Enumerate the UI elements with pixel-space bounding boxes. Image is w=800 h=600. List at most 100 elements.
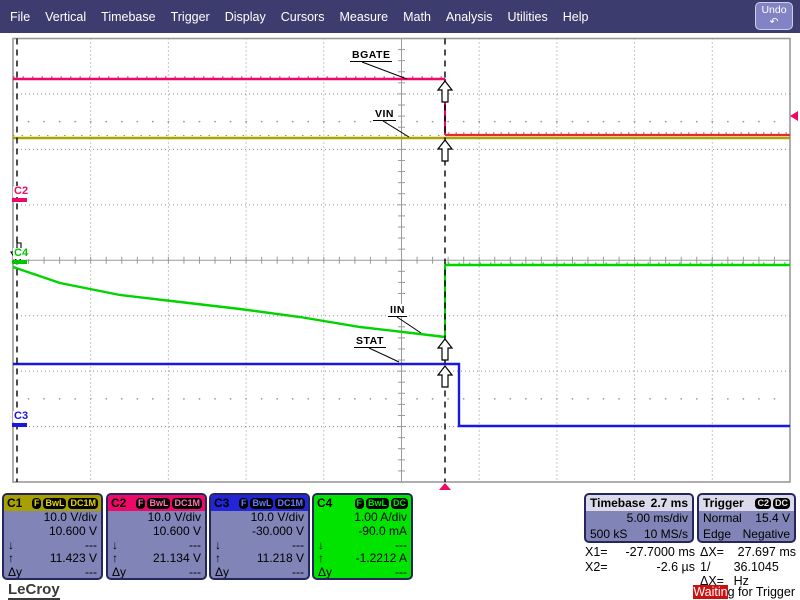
menu-item-analysis[interactable]: Analysis bbox=[446, 10, 493, 24]
channel-box-c3[interactable]: C3 F BwL DC1M 10.0 V/div -30.000 V ↓--- … bbox=[209, 493, 310, 580]
cursor-marker-arrow[interactable] bbox=[438, 339, 452, 360]
timebase-scale: 5.00 ms/div bbox=[627, 511, 688, 527]
channel-marker-label-c4: C4 bbox=[13, 248, 29, 259]
grid-dot-row bbox=[307, 121, 309, 123]
grid-dot-row bbox=[649, 398, 651, 400]
grid-dot-row bbox=[696, 398, 698, 400]
grid-dot-row bbox=[463, 398, 465, 400]
waveform-display bbox=[0, 0, 800, 493]
trace-iin-decay bbox=[13, 267, 445, 337]
bandwidth-badge: BwL bbox=[147, 498, 170, 509]
delta-y-value: --- bbox=[292, 566, 304, 580]
callout-pointer-line bbox=[369, 348, 399, 362]
delta-y-label: Δy bbox=[215, 566, 229, 580]
timebase-title: Timebase bbox=[590, 496, 645, 510]
menu-item-vertical[interactable]: Vertical bbox=[45, 10, 86, 24]
undo-button[interactable]: Undo ↶ bbox=[755, 2, 793, 30]
x2-value: -2.6 µs bbox=[657, 560, 695, 574]
trigger-header: Trigger C2 DC bbox=[699, 495, 794, 511]
channel-zero-tick[interactable] bbox=[12, 198, 27, 202]
undo-icon: ↶ bbox=[756, 16, 792, 28]
delta-y-label: Δy bbox=[112, 566, 126, 580]
grid-dot-row bbox=[447, 398, 449, 400]
channel-box-c1[interactable]: C1 F BwL DC1M 10.0 V/div 10.600 V ↓--- ↑… bbox=[2, 493, 103, 580]
trigger-box[interactable]: Trigger C2 DC Normal 15.4 V Edge Negativ… bbox=[697, 493, 796, 543]
channel-id: C2 bbox=[111, 496, 126, 510]
menu-item-help[interactable]: Help bbox=[563, 10, 589, 24]
grid-dot-row bbox=[634, 398, 636, 400]
grid-dot-row bbox=[758, 398, 760, 400]
status-highlight: Waitin bbox=[693, 585, 727, 599]
channel-zero-tick[interactable] bbox=[12, 260, 27, 264]
cursor-high-value: -1.2212 A bbox=[356, 552, 407, 566]
grid-dot-row bbox=[587, 121, 589, 123]
channel-zero-tick[interactable] bbox=[12, 423, 27, 427]
callout-pointer-line bbox=[362, 62, 407, 79]
undo-button-label: Undo bbox=[756, 4, 792, 16]
grid-dot-row bbox=[478, 398, 480, 400]
grid-dot-row bbox=[136, 121, 138, 123]
trigger-position-marker[interactable] bbox=[439, 483, 451, 490]
bandwidth-badge: BwL bbox=[366, 498, 389, 509]
grid-dot-row bbox=[572, 398, 574, 400]
menu-item-measure[interactable]: Measure bbox=[339, 10, 388, 24]
grid-dot-row bbox=[509, 121, 511, 123]
cursor-low-value: --- bbox=[189, 539, 201, 553]
trigger-level-arrow[interactable] bbox=[790, 111, 798, 121]
grid-dot-row bbox=[292, 398, 294, 400]
channel-box-c2[interactable]: C2 F BwL DC1M 10.0 V/div 10.600 V ↓--- ↑… bbox=[106, 493, 207, 580]
grid-dot-row bbox=[711, 398, 713, 400]
menu-item-display[interactable]: Display bbox=[225, 10, 266, 24]
down-arrow-icon: ↓ bbox=[8, 539, 14, 553]
up-arrow-icon: ↑ bbox=[215, 552, 221, 566]
grid-dot-row bbox=[680, 121, 682, 123]
grid-dot-row bbox=[90, 398, 92, 400]
invdx-label: 1/ΔX= bbox=[700, 560, 734, 588]
cursor-marker-arrow[interactable] bbox=[438, 366, 452, 387]
channel-offset: -90.0 mA bbox=[358, 525, 407, 539]
x1-value: -27.7000 ms bbox=[626, 545, 695, 559]
grid-dot-row bbox=[665, 398, 667, 400]
grid-dot-row bbox=[774, 121, 776, 123]
channel-offset: -30.000 V bbox=[252, 525, 304, 539]
grid-dot-row bbox=[774, 398, 776, 400]
input-badge: DC bbox=[391, 498, 408, 509]
grid-dot-row bbox=[509, 398, 511, 400]
grid-dot-row bbox=[199, 398, 201, 400]
grid-dot-row bbox=[74, 398, 76, 400]
grid-dot-row bbox=[230, 121, 232, 123]
grid-dot-row bbox=[432, 398, 434, 400]
trace-label-vin: VIN bbox=[373, 108, 396, 121]
cursor-high-value: 11.218 V bbox=[257, 552, 304, 566]
menu-item-cursors[interactable]: Cursors bbox=[281, 10, 325, 24]
grid-dot-row bbox=[758, 121, 760, 123]
menu-item-utilities[interactable]: Utilities bbox=[507, 10, 547, 24]
acquisition-status: Waiting for Trigger bbox=[693, 585, 795, 599]
grid-dot-row bbox=[59, 398, 61, 400]
x1-label: X1= bbox=[585, 545, 608, 559]
down-arrow-icon: ↓ bbox=[215, 539, 221, 553]
grid-dot-row bbox=[742, 398, 744, 400]
cursor-marker-arrow[interactable] bbox=[438, 140, 452, 161]
grid-dot-row bbox=[307, 398, 309, 400]
cursor-invdx-readout: 1/ΔX= 36.1045 Hz bbox=[700, 560, 796, 588]
input-badge: DC1M bbox=[172, 498, 202, 509]
menu-item-trigger[interactable]: Trigger bbox=[171, 10, 210, 24]
cursor-x2-readout: X2= -2.6 µs bbox=[585, 560, 695, 574]
grid-dot-row bbox=[665, 121, 667, 123]
channel-box-c4[interactable]: C4 F BwL DC 1.00 A/div -90.0 mA ↓--- ↑-1… bbox=[312, 493, 413, 580]
cursor-marker-arrow[interactable] bbox=[438, 81, 452, 102]
timebase-header: Timebase 2.7 ms bbox=[586, 495, 692, 511]
channel-box-c2-header: C2 F BwL DC1M bbox=[108, 495, 205, 511]
delta-y-value: --- bbox=[395, 566, 407, 580]
grid-dot-row bbox=[28, 121, 30, 123]
grid-dot-row bbox=[121, 121, 123, 123]
grid-dot-row bbox=[152, 121, 154, 123]
menu-item-timebase[interactable]: Timebase bbox=[101, 10, 155, 24]
channel-id: C1 bbox=[7, 496, 22, 510]
grid-dot-row bbox=[540, 121, 542, 123]
grid-dot-row bbox=[59, 121, 61, 123]
menu-item-math[interactable]: Math bbox=[403, 10, 431, 24]
timebase-box[interactable]: Timebase 2.7 ms 5.00 ms/div 500 kS 10 MS… bbox=[584, 493, 694, 543]
menu-item-file[interactable]: File bbox=[10, 10, 30, 24]
